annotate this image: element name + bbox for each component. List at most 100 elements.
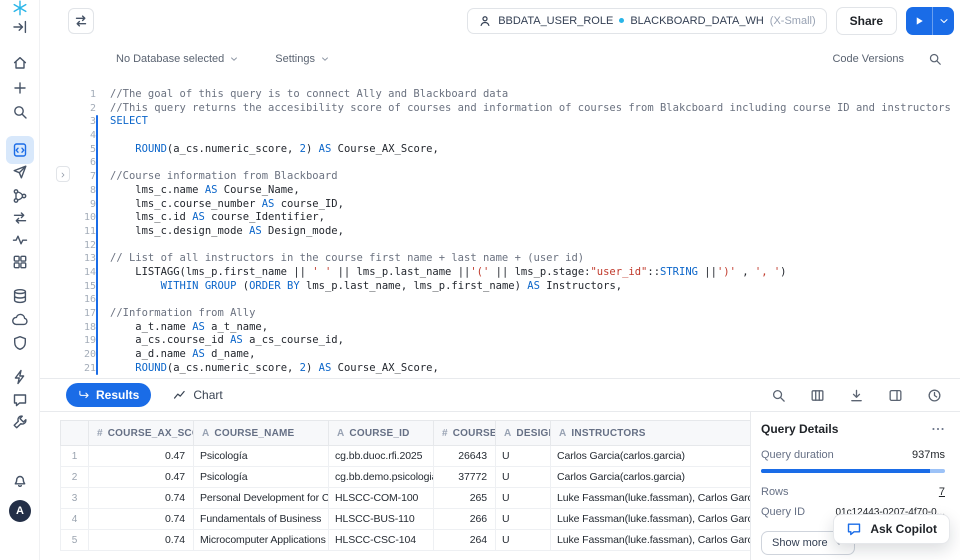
subbar-right: Code Versions: [832, 52, 942, 66]
ask-copilot-button[interactable]: Ask Copilot: [833, 514, 950, 544]
chart-tab-label: Chart: [193, 388, 222, 402]
table-cell[interactable]: 0.47: [89, 467, 194, 488]
database-selector[interactable]: No Database selected: [116, 53, 239, 65]
table-row[interactable]: 20.47Psicologíacg.bb.demo.psicologia3777…: [61, 467, 751, 488]
table-cell[interactable]: 264: [434, 530, 496, 551]
results-tab[interactable]: Results: [66, 383, 151, 407]
table-cell[interactable]: U: [496, 467, 551, 488]
table-cell[interactable]: HLSCC-CSC-104: [329, 530, 434, 551]
results-download-icon[interactable]: [849, 388, 864, 403]
table-cell[interactable]: 266: [434, 509, 496, 530]
table-cell[interactable]: cg.bb.duoc.rfi.2025: [329, 446, 434, 467]
results-table: #COURSE_AX_SCORACOURSE_NAMEACOURSE_ID#CO…: [60, 420, 750, 551]
database-selector-label: No Database selected: [116, 53, 224, 65]
table-row[interactable]: 40.74Fundamentals of BusinessHLSCC-BUS-1…: [61, 509, 751, 530]
text-type-icon: A: [559, 428, 566, 439]
table-cell[interactable]: 0.74: [89, 488, 194, 509]
column-header-design_[interactable]: ADESIGN_: [496, 421, 551, 446]
table-cell[interactable]: 0.74: [89, 509, 194, 530]
column-header-instructors[interactable]: AINSTRUCTORS: [551, 421, 751, 446]
sidebar-ingestion-icon[interactable]: [8, 308, 32, 332]
search-icon[interactable]: [928, 52, 942, 66]
sidebar-pipelines-icon[interactable]: [8, 184, 32, 208]
table-row[interactable]: 50.74Microcomputer ApplicationsHLSCC-CSC…: [61, 530, 751, 551]
code-line: a_t.name AS a_t_name,: [110, 321, 960, 335]
sidebar-apps-icon[interactable]: [8, 250, 32, 274]
sidebar-collapse-sidebar-icon[interactable]: [8, 15, 32, 39]
sidebar-search-icon[interactable]: [8, 100, 32, 124]
worksheet-actions-button[interactable]: [68, 8, 94, 34]
table-cell[interactable]: 0.74: [89, 530, 194, 551]
table-cell[interactable]: HLSCC-COM-100: [329, 488, 434, 509]
column-header-course_id[interactable]: ACOURSE_ID: [329, 421, 434, 446]
results-search-icon[interactable]: [771, 388, 786, 403]
role-name: BBDATA_USER_ROLE: [498, 15, 613, 27]
ask-copilot-label: Ask Copilot: [870, 522, 937, 536]
table-cell[interactable]: U: [496, 446, 551, 467]
table-cell[interactable]: Psicología: [194, 467, 329, 488]
table-cell[interactable]: cg.bb.demo.psicologia: [329, 467, 434, 488]
sidebar-transformations-icon[interactable]: [8, 206, 32, 230]
sidebar-home-icon[interactable]: [8, 51, 32, 75]
table-row[interactable]: 30.74Personal Development for ColHLSCC-C…: [61, 488, 751, 509]
table-cell[interactable]: Luke Fassman(luke.fassman), Carlos Garci…: [551, 530, 751, 551]
results-layout-icon[interactable]: [888, 388, 903, 403]
sidebar-tools-icon[interactable]: [8, 410, 32, 434]
app-root: A BBDATA_USER_ROLE BLACKBOARD_DATA_WH (X…: [0, 0, 960, 560]
table-cell[interactable]: Fundamentals of Business: [194, 509, 329, 530]
table-cell[interactable]: Personal Development for Col: [194, 488, 329, 509]
more-options-icon[interactable]: [931, 422, 945, 436]
play-icon: [913, 15, 925, 27]
code-line: //Course information from Blackboard: [110, 170, 960, 184]
run-options-button[interactable]: [932, 7, 954, 35]
warehouse-size: (X-Small): [770, 15, 816, 27]
sidebar-projects-icon[interactable]: [8, 160, 32, 184]
expand-panel-button[interactable]: [56, 166, 70, 182]
warehouse-name: BLACKBOARD_DATA_WH: [630, 15, 763, 27]
table-cell[interactable]: 0.47: [89, 446, 194, 467]
chart-tab[interactable]: Chart: [173, 388, 222, 402]
table-cell[interactable]: U: [496, 509, 551, 530]
results-columns-icon[interactable]: [810, 388, 825, 403]
sidebar-create-new-icon[interactable]: [8, 76, 32, 100]
share-button[interactable]: Share: [836, 7, 897, 35]
table-row[interactable]: 10.47Psicologíacg.bb.duoc.rfi.202526643U…: [61, 446, 751, 467]
sql-editor[interactable]: 123456789101112131415161718192021 //The …: [40, 82, 960, 378]
table-cell[interactable]: Luke Fassman(luke.fassman), Carlos Garci…: [551, 488, 751, 509]
code-line: a_cs.course_id AS a_cs_course_id,: [110, 334, 960, 348]
sidebar-activity-icon[interactable]: [8, 228, 32, 252]
table-cell[interactable]: Psicología: [194, 446, 329, 467]
table-head: #COURSE_AX_SCORACOURSE_NAMEACOURSE_ID#CO…: [61, 421, 751, 446]
code-line: LISTAGG(lms_p.first_name || ' ' || lms_p…: [110, 266, 960, 280]
table-cell[interactable]: HLSCC-BUS-110: [329, 509, 434, 530]
sidebar-assistant-icon[interactable]: [8, 388, 32, 412]
table-cell[interactable]: 265: [434, 488, 496, 509]
sidebar-automations-icon[interactable]: [8, 365, 32, 389]
table-cell[interactable]: U: [496, 530, 551, 551]
results-history-icon[interactable]: [927, 388, 942, 403]
column-header-course_name[interactable]: ACOURSE_NAME: [194, 421, 329, 446]
table-cell[interactable]: Microcomputer Applications: [194, 530, 329, 551]
rows-count-link[interactable]: 7: [939, 486, 945, 498]
sidebar-data-icon[interactable]: [8, 284, 32, 308]
table-cell[interactable]: Carlos Garcia(carlos.garcia): [551, 467, 751, 488]
table-cell[interactable]: U: [496, 488, 551, 509]
code-versions-link[interactable]: Code Versions: [832, 53, 904, 65]
number-type-icon: #: [442, 428, 448, 439]
chevron-down-icon: [320, 54, 330, 64]
sidebar-governance-icon[interactable]: [8, 331, 32, 355]
table-cell[interactable]: 26643: [434, 446, 496, 467]
settings-dropdown[interactable]: Settings: [275, 53, 330, 65]
swap-icon: [73, 13, 89, 29]
user-avatar[interactable]: A: [9, 500, 31, 522]
column-header-course_ax_scor[interactable]: #COURSE_AX_SCOR: [89, 421, 194, 446]
column-header-course_i[interactable]: #COURSE_I: [434, 421, 496, 446]
code-line: lms_c.id AS course_Identifier,: [110, 211, 960, 225]
sidebar-notifications-icon[interactable]: [8, 468, 32, 492]
table-cell[interactable]: Carlos Garcia(carlos.garcia): [551, 446, 751, 467]
table-cell[interactable]: 37772: [434, 467, 496, 488]
run-button[interactable]: [906, 7, 932, 35]
table-cell[interactable]: Luke Fassman(luke.fassman), Carlos Garci…: [551, 509, 751, 530]
context-selector[interactable]: BBDATA_USER_ROLE BLACKBOARD_DATA_WH (X-S…: [467, 8, 826, 34]
code-lines: //The goal of this query is to connect A…: [96, 88, 960, 378]
